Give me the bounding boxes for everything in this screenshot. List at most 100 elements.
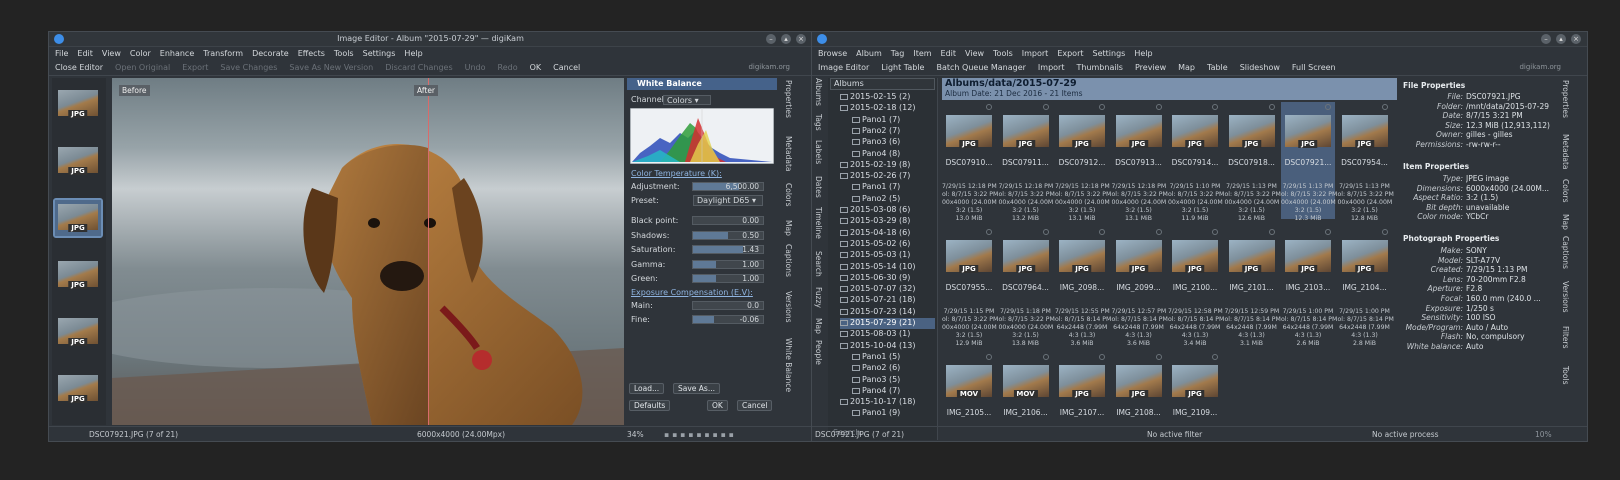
image-grid-item[interactable]: JPG DSC07910... 7/29/15 12:18 PM ol: 8/7/1… — [942, 102, 998, 222]
image-grid-item[interactable]: JPG DSC07955... 7/29/15 1:15 PM ol: 8/7/15… — [942, 227, 998, 347]
toolbar-full-screen-button[interactable]: Full Screen — [1292, 63, 1336, 72]
toolbar-preview-button[interactable]: Preview — [1135, 63, 1166, 72]
select-checkbox[interactable] — [1325, 229, 1331, 235]
defaults-button[interactable]: Defaults — [629, 400, 671, 411]
album-tree-item[interactable]: 2015-02-26 (7) — [840, 171, 935, 182]
side-tab-map[interactable]: Map — [1561, 214, 1570, 230]
toolbar-ok-button[interactable]: OK — [530, 63, 542, 72]
menu-color[interactable]: Color — [130, 49, 151, 58]
image-grid-item[interactable]: JPG DSC07912... 7/29/15 12:18 PM ol: 8/7/1… — [1055, 102, 1111, 222]
select-checkbox[interactable] — [1212, 104, 1218, 110]
side-tab-metadata[interactable]: Metadata — [1561, 134, 1570, 170]
preset-select[interactable]: Daylight D65 ▾ — [693, 195, 763, 206]
load-button[interactable]: Load... — [629, 383, 665, 394]
album-tree-item[interactable]: 2015-02-18 (12) — [840, 103, 935, 114]
select-checkbox[interactable] — [986, 104, 992, 110]
album-tree-item[interactable]: Pano1 (5) — [852, 352, 935, 363]
toolbar-thumbnails-button[interactable]: Thumbnails — [1076, 63, 1122, 72]
album-tree-item[interactable]: Pano4 (8) — [852, 149, 935, 160]
album-tree-item[interactable]: Pano2 (7) — [852, 126, 935, 137]
green-slider[interactable]: 1.00 — [692, 274, 764, 283]
menu-help[interactable]: Help — [1134, 49, 1152, 58]
toolbar-batch-queue-manager-button[interactable]: Batch Queue Manager — [936, 63, 1025, 72]
toolbar-discard-changes-button[interactable]: Discard Changes — [385, 63, 452, 72]
select-checkbox[interactable] — [1325, 104, 1331, 110]
album-tree-item[interactable]: 2015-03-08 (6) — [840, 205, 935, 216]
album-tree-item[interactable]: 2015-08-03 (1) — [840, 329, 935, 340]
zoom-value[interactable]: 34% — [627, 430, 644, 439]
toolbar-export-button[interactable]: Export — [182, 63, 208, 72]
main-exposure-slider[interactable]: 0.0 — [692, 301, 764, 310]
side-tab-captions[interactable]: Captions — [1561, 236, 1570, 269]
minimize-icon[interactable]: – — [766, 34, 776, 44]
album-tree-item[interactable]: Pano1 (7) — [852, 182, 935, 193]
menu-help[interactable]: Help — [404, 49, 422, 58]
menu-tools[interactable]: Tools — [993, 49, 1013, 58]
channel-select[interactable]: Colors ▾ — [663, 94, 711, 105]
side-tab-versions[interactable]: Versions — [1561, 281, 1570, 313]
gamma-slider[interactable]: 1.00 — [692, 259, 764, 269]
menu-file[interactable]: File — [55, 49, 68, 58]
album-tree-item[interactable]: 2015-02-15 (2) — [840, 92, 935, 103]
album-tree-item[interactable]: 2015-05-03 (1) — [840, 250, 935, 261]
thumbnail-item[interactable]: JPG — [55, 86, 101, 122]
toolbar-save-as-new-version-button[interactable]: Save As New Version — [289, 63, 373, 72]
image-grid-item[interactable]: JPG DSC07964... 7/29/15 1:18 PM ol: 8/7/15… — [999, 227, 1055, 347]
view-mode-icons[interactable]: ▪▪▪▪▪▪▪▪▪ — [664, 430, 737, 439]
image-grid-item[interactable]: JPG DSC07911... 7/29/15 12:18 PM ol: 8/7/1… — [999, 102, 1055, 222]
toolbar-cancel-button[interactable]: Cancel — [553, 63, 580, 72]
ok-button[interactable]: OK — [707, 400, 728, 411]
album-tree-item[interactable]: 2015-10-04 (13) — [840, 341, 935, 352]
menu-effects[interactable]: Effects — [298, 49, 325, 58]
menu-album[interactable]: Album — [856, 49, 882, 58]
select-checkbox[interactable] — [1212, 229, 1218, 235]
image-grid-item[interactable]: JPG IMG_2100... 7/29/15 12:58 PM ol: 8/7/1… — [1168, 227, 1224, 347]
shadows-slider[interactable]: 0.50 — [692, 230, 764, 240]
side-tab-colors[interactable]: Colors — [1561, 179, 1570, 203]
side-tab-properties[interactable]: Properties — [1561, 80, 1570, 118]
image-grid-item[interactable]: JPG IMG_2103... 7/29/15 1:00 PM ol: 8/7/15… — [1281, 227, 1337, 347]
image-grid-item[interactable]: JPG DSC07954... 7/29/15 1:13 PM ol: 8/7/15… — [1338, 102, 1394, 222]
album-tree-item[interactable]: Pano4 (7) — [852, 386, 935, 397]
album-tree-item[interactable]: Pano2 (6) — [852, 363, 935, 374]
album-tree-item[interactable]: 2015-06-30 (9) — [840, 273, 935, 284]
thumbnail-item[interactable]: JPG — [55, 257, 101, 293]
select-checkbox[interactable] — [1381, 229, 1388, 235]
menu-settings[interactable]: Settings — [1093, 49, 1126, 58]
adjustment-slider[interactable]: 6,500.00 — [692, 182, 764, 191]
toolbar-close-editor-button[interactable]: Close Editor — [55, 63, 103, 72]
menu-export[interactable]: Export — [1057, 49, 1083, 58]
image-grid-item[interactable]: JPG IMG_2101... 7/29/15 12:59 PM ol: 8/7/1… — [1225, 227, 1281, 347]
album-tree-item[interactable]: Pano3 (6) — [852, 137, 935, 148]
album-tree-item[interactable]: 2015-02-19 (8) — [840, 160, 935, 171]
menu-browse[interactable]: Browse — [818, 49, 847, 58]
toolbar-map-button[interactable]: Map — [1178, 63, 1195, 72]
toolbar-open-original-button[interactable]: Open Original — [115, 63, 170, 72]
select-checkbox[interactable] — [1042, 229, 1049, 235]
menu-edit[interactable]: Edit — [941, 49, 957, 58]
select-checkbox[interactable] — [1042, 354, 1049, 360]
album-tree-item[interactable]: Pano2 (5) — [852, 194, 935, 205]
cancel-button[interactable]: Cancel — [737, 400, 773, 411]
toolbar-light-table-button[interactable]: Light Table — [881, 63, 924, 72]
close-icon[interactable]: × — [796, 34, 806, 44]
thumbnail-item[interactable]: JPG — [55, 371, 101, 407]
side-tab-search[interactable]: Search — [814, 251, 823, 277]
select-checkbox[interactable] — [1099, 104, 1105, 110]
maximize-icon[interactable]: ▴ — [1556, 34, 1566, 44]
image-grid-item[interactable]: JPG DSC07914... 7/29/15 1:10 PM ol: 8/7/15… — [1168, 102, 1224, 222]
thumbnail-strip[interactable]: JPG JPG JPG JPG JPG JPG — [52, 78, 106, 425]
fine-exposure-slider[interactable]: -0.06 — [692, 315, 764, 324]
album-tree-item[interactable]: Pano3 (5) — [852, 375, 935, 386]
side-tab-labels[interactable]: Labels — [814, 140, 823, 164]
side-tab-tags[interactable]: Tags — [814, 114, 823, 131]
menu-tools[interactable]: Tools — [334, 49, 354, 58]
select-checkbox[interactable] — [1155, 104, 1162, 110]
select-checkbox[interactable] — [1155, 354, 1162, 360]
save-as-button[interactable]: Save As... — [673, 383, 720, 394]
select-checkbox[interactable] — [1381, 104, 1388, 110]
toolbar-undo-button[interactable]: Undo — [465, 63, 486, 72]
select-checkbox[interactable] — [1212, 354, 1218, 360]
album-tree-item[interactable]: 2015-10-17 (18) — [840, 397, 935, 408]
zoom-value[interactable]: 10% — [1535, 430, 1552, 439]
